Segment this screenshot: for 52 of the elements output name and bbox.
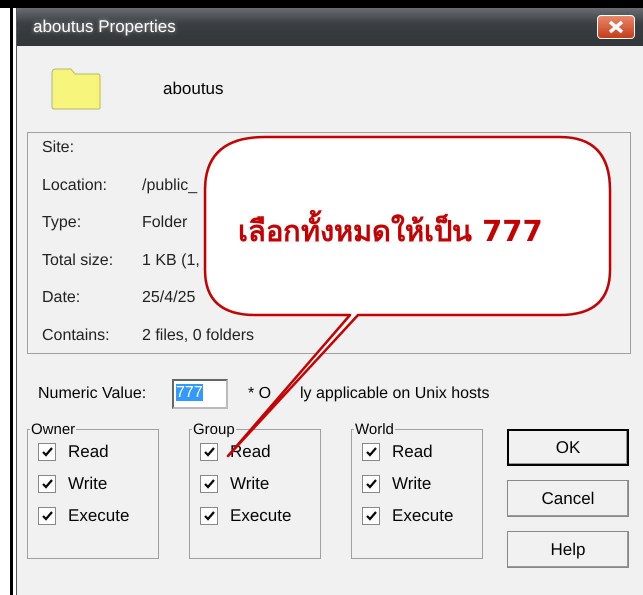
info-label: Date: [42,289,82,308]
checkbox[interactable] [38,443,56,461]
checkbox-label[interactable]: Execute [68,506,130,526]
checkbox-label[interactable]: Execute [392,506,454,526]
window-title: aboutus Properties [33,17,176,37]
info-value: Folder [142,214,188,232]
unix-note: ly applicable on Unix hosts [300,385,490,403]
checkbox[interactable] [200,443,218,461]
checkbox[interactable] [200,475,218,493]
dialog-button[interactable]: Cancel [507,480,629,517]
checkmark-icon [204,447,214,457]
checkbox[interactable] [38,475,56,493]
callout-text: เลือกทั้งหมดให้เป็น 777 [238,208,543,254]
checkbox-label[interactable]: Write [68,474,108,494]
group-title: Group [192,421,236,438]
checkbox[interactable] [362,475,380,493]
checkbox[interactable] [362,443,380,461]
checkmark-icon [204,511,214,521]
checkbox-label[interactable]: Write [230,474,270,494]
info-value: 1 KB (1, [142,252,200,270]
checkbox[interactable] [200,507,218,525]
checkbox[interactable] [362,507,380,525]
checkmark-icon [366,511,376,521]
info-label: Location: [42,176,108,195]
checkbox-label[interactable]: Write [392,474,432,494]
close-button[interactable] [597,15,635,39]
close-icon [607,20,625,34]
info-label: Type: [42,214,82,232]
info-value: 25/4/25 [142,289,196,308]
unix-note: * O [248,385,272,403]
info-value: 2 files, 0 folders [142,326,254,345]
checkmark-icon [42,447,52,457]
group-title: Owner [30,421,76,438]
folder-name: aboutus [163,79,224,99]
checkmark-icon [366,447,376,457]
info-label: Total size: [42,252,114,270]
checkmark-icon [42,479,52,489]
checkbox-label[interactable]: Read [392,442,433,462]
checkbox-label[interactable]: Read [68,442,109,462]
info-value: /public_ [142,176,198,195]
checkmark-icon [204,479,214,489]
info-label: Site: [42,139,76,157]
group-title: World [354,421,395,438]
checkbox[interactable] [38,507,56,525]
info-label: Contains: [42,326,111,345]
folder-icon [51,68,101,110]
checkmark-icon [366,479,376,489]
numeric-label: Numeric Value: [38,385,148,403]
dialog-button[interactable]: OK [507,429,629,466]
checkbox-label[interactable]: Execute [230,506,292,526]
checkmark-icon [42,511,52,521]
dialog-button[interactable]: Help [507,531,629,568]
